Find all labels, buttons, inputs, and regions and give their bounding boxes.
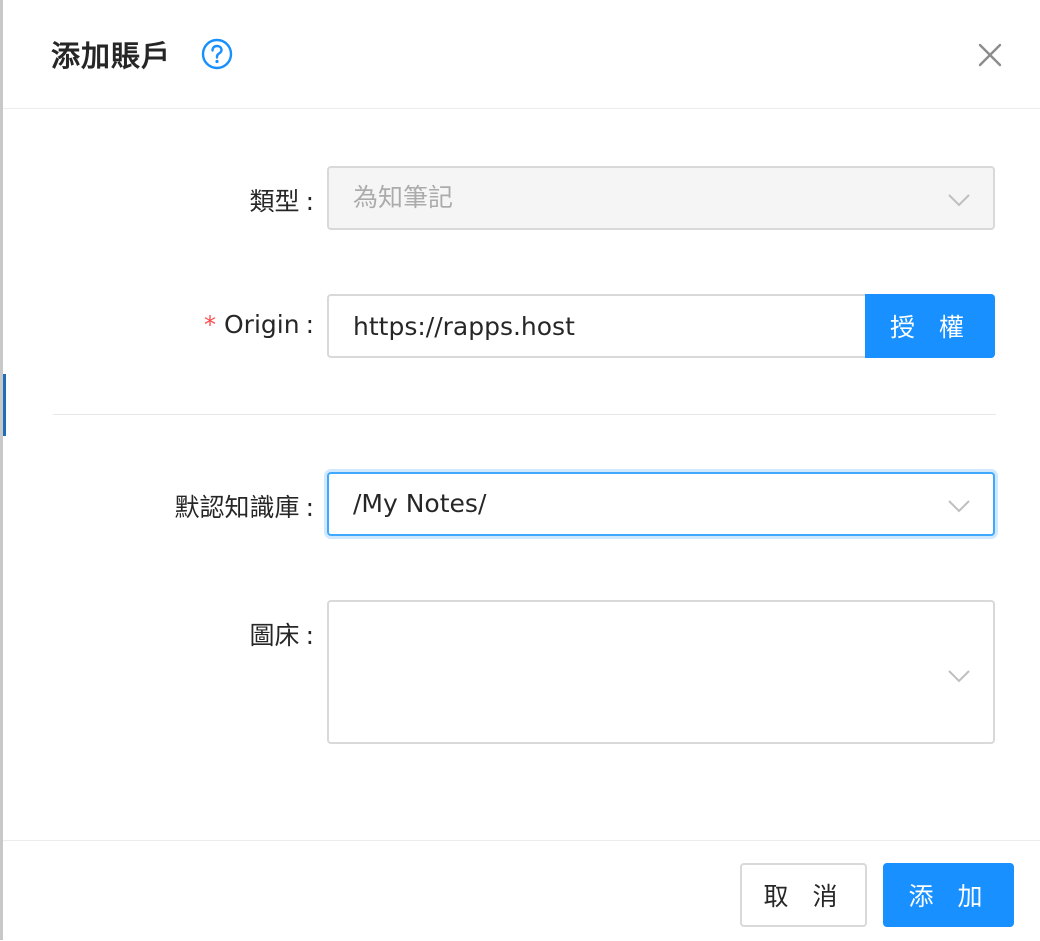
required-mark: * [204, 311, 216, 339]
type-select[interactable]: 為知筆記 [327, 166, 995, 230]
dialog-footer: 取 消 添 加 [3, 840, 1040, 941]
image-host-label: 圖床: [249, 621, 314, 650]
background-accent [3, 374, 6, 436]
authorize-button[interactable]: 授 權 [865, 294, 995, 358]
add-account-dialog: 添加賬戶 類型: 為知筆記 *Origin: 授 權 [0, 0, 1040, 940]
chevron-down-icon [948, 670, 970, 683]
image-host-row: 圖床: [3, 600, 1040, 744]
chevron-down-icon [948, 500, 970, 513]
add-button[interactable]: 添 加 [883, 863, 1014, 927]
form-divider [53, 414, 996, 415]
knowledge-base-select[interactable]: /My Notes/ [327, 472, 995, 536]
image-host-select[interactable] [327, 600, 995, 744]
type-row: 類型: 為知筆記 [3, 166, 1040, 230]
type-select-value: 為知筆記 [353, 183, 454, 212]
knowledge-base-row: 默認知識庫: /My Notes/ [3, 472, 1040, 536]
knowledge-base-select-value: /My Notes/ [353, 489, 487, 518]
cancel-button[interactable]: 取 消 [740, 863, 867, 927]
origin-label: * Origin: [204, 310, 314, 339]
dialog-title: 添加賬戶 [51, 39, 172, 73]
type-label: 類型: [249, 187, 314, 216]
origin-input-group: 授 權 [327, 294, 995, 358]
close-icon[interactable] [975, 40, 1005, 70]
origin-input[interactable] [327, 294, 865, 358]
chevron-down-icon [948, 194, 970, 207]
question-circle-icon[interactable] [201, 38, 233, 70]
dialog-header: 添加賬戶 [3, 0, 1040, 109]
knowledge-base-label: 默認知識庫: [174, 493, 314, 522]
